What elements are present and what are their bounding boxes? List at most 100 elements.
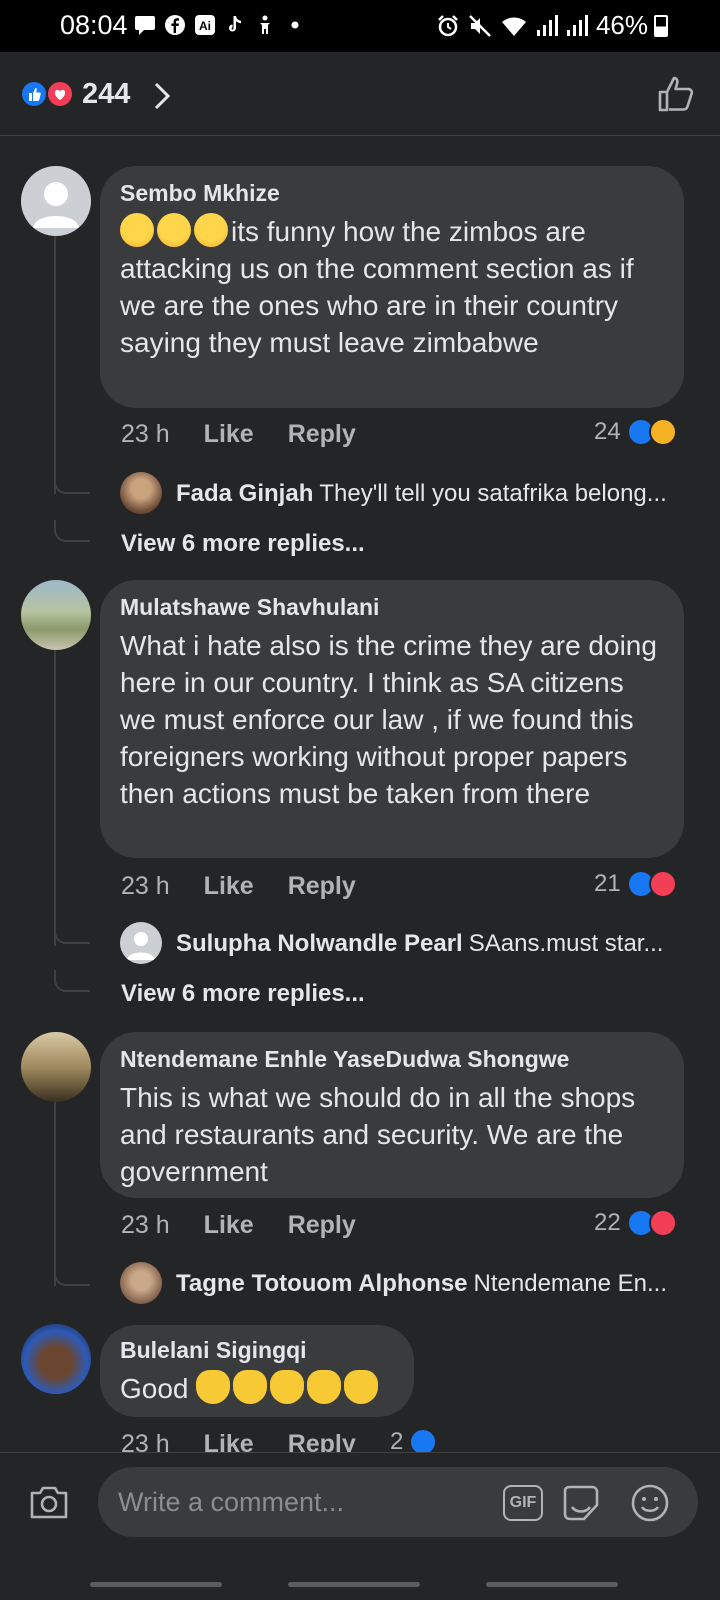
comment-reactions[interactable]: 21: [594, 870, 677, 898]
reply-branch: [54, 1262, 90, 1286]
dot-icon: [291, 21, 299, 29]
alarm-icon: [438, 14, 458, 36]
like-link[interactable]: Like: [204, 872, 254, 901]
reply-text: They'll tell you satafrika belong...: [319, 480, 667, 507]
comment-bubble[interactable]: Sembo Mkhize its funny how the zimbos ar…: [100, 166, 684, 408]
camera-icon[interactable]: [28, 1483, 70, 1521]
reaction-count: 24: [594, 418, 621, 445]
reaction-count: 22: [594, 1209, 621, 1236]
thread-line: [54, 236, 56, 494]
signal-icon-2: [566, 14, 588, 36]
like-button-icon[interactable]: [656, 74, 696, 114]
comment-time: 23 h: [121, 1211, 170, 1239]
clapping-emoji-icon: [196, 1370, 231, 1404]
comment-text: its funny how the zimbos are attacking u…: [120, 213, 664, 361]
reply-preview[interactable]: Sulupha Nolwandle Pearl SAans.must star..…: [176, 930, 686, 958]
accessibility-icon: [260, 15, 270, 34]
reply-link[interactable]: Reply: [288, 420, 356, 449]
reply-author: Sulupha Nolwandle Pearl: [176, 930, 463, 957]
view-more-replies[interactable]: View 6 more replies...: [121, 530, 365, 558]
comment-text: Good: [120, 1370, 394, 1407]
battery-icon: [654, 15, 668, 37]
reply-branch: [54, 920, 90, 944]
comment-time: 23 h: [121, 872, 170, 900]
avatar[interactable]: [21, 580, 91, 650]
comment-actions: 23 h Like Reply: [121, 872, 356, 901]
gif-button[interactable]: GIF: [503, 1485, 543, 1521]
clapping-emoji-icon: [307, 1370, 342, 1404]
laughing-emoji-icon: [194, 213, 228, 247]
comment-bubble[interactable]: Mulatshawe Shavhulani What i hate also i…: [100, 580, 684, 858]
wifi-icon: [501, 17, 526, 36]
comment-actions: 23 h Like Reply: [121, 1211, 356, 1240]
like-link[interactable]: Like: [204, 1211, 254, 1240]
avatar[interactable]: [21, 166, 91, 236]
system-nav-bar: [0, 1552, 720, 1600]
comment-input-wrap[interactable]: GIF: [98, 1467, 698, 1537]
like-reaction-icon: [20, 80, 48, 108]
comment-text: This is what we should do in all the sho…: [120, 1082, 636, 1187]
clapping-emoji-icon: [270, 1370, 305, 1404]
reply-author: Tagne Totouom Alphonse: [176, 1270, 468, 1297]
reply-link[interactable]: Reply: [288, 1211, 356, 1240]
nav-home-handle[interactable]: [288, 1582, 420, 1587]
reply-branch: [54, 470, 90, 494]
status-time: 08:04: [60, 10, 128, 40]
commenter-name[interactable]: Bulelani Sigingqi: [120, 1337, 394, 1364]
chevron-right-icon[interactable]: [152, 80, 172, 112]
laughing-emoji-icon: [157, 213, 191, 247]
laughing-emoji-icon: [120, 213, 154, 247]
comment-composer: GIF: [0, 1452, 720, 1552]
notification-icons: Ai: [134, 14, 306, 36]
signal-icon: [536, 14, 558, 36]
reply-text: SAans.must star...: [468, 930, 664, 957]
reply-text: Ntendemane En...: [473, 1270, 667, 1297]
thread-line: [54, 1100, 56, 1286]
reactions-header: 244: [0, 52, 720, 136]
message-icon: [135, 16, 155, 35]
reply-avatar[interactable]: [120, 922, 162, 964]
commenter-name[interactable]: Sembo Mkhize: [120, 180, 664, 207]
comment-reactions[interactable]: 22: [594, 1209, 677, 1237]
like-link[interactable]: Like: [204, 420, 254, 449]
system-icons: 46%: [436, 10, 648, 41]
comment-text: What i hate also is the crime they are d…: [120, 630, 657, 809]
comment-input[interactable]: [118, 1467, 488, 1537]
reply-preview[interactable]: Tagne Totouom Alphonse Ntendemane En...: [176, 1270, 686, 1298]
avatar[interactable]: [21, 1032, 91, 1102]
comment-bubble[interactable]: Ntendemane Enhle YaseDudwa Shongwe This …: [100, 1032, 684, 1198]
emoji-icon[interactable]: [630, 1483, 670, 1523]
haha-reaction-icon: [648, 418, 677, 446]
comment-bubble[interactable]: Bulelani Sigingqi Good: [100, 1325, 414, 1417]
avatar[interactable]: [21, 1324, 91, 1394]
reply-preview[interactable]: Fada Ginjah They'll tell you satafrika be…: [176, 480, 686, 508]
status-bar: 08:04 Ai 46%: [0, 0, 720, 52]
clapping-emoji-icon: [233, 1370, 268, 1404]
battery-percent: 46%: [595, 10, 648, 40]
nav-recents-handle[interactable]: [90, 1582, 222, 1587]
commenter-name[interactable]: Mulatshawe Shavhulani: [120, 594, 664, 621]
ai-icon: Ai: [195, 15, 215, 35]
love-reaction-icon: [648, 1209, 677, 1237]
reaction-count[interactable]: 244: [82, 78, 130, 111]
clapping-emoji-icon: [344, 1370, 379, 1404]
sticker-icon[interactable]: [560, 1483, 602, 1523]
reply-link[interactable]: Reply: [288, 872, 356, 901]
reply-author: Fada Ginjah: [176, 480, 314, 507]
love-reaction-icon: [648, 870, 677, 898]
nav-back-handle[interactable]: [486, 1582, 618, 1587]
reply-branch: [54, 970, 90, 992]
comment-reactions[interactable]: 24: [594, 418, 677, 446]
view-more-replies[interactable]: View 6 more replies...: [121, 980, 365, 1008]
svg-text:Ai: Ai: [199, 19, 211, 33]
thread-line: [54, 650, 56, 946]
mute-icon: [469, 14, 491, 37]
tiktok-icon: [229, 16, 241, 32]
commenter-name[interactable]: Ntendemane Enhle YaseDudwa Shongwe: [120, 1046, 664, 1073]
reply-avatar[interactable]: [120, 1262, 162, 1304]
reaction-count: 21: [594, 870, 621, 897]
reply-avatar[interactable]: [120, 472, 162, 514]
love-reaction-icon: [46, 80, 74, 108]
comment-time: 23 h: [121, 420, 170, 448]
reply-branch: [54, 520, 90, 542]
